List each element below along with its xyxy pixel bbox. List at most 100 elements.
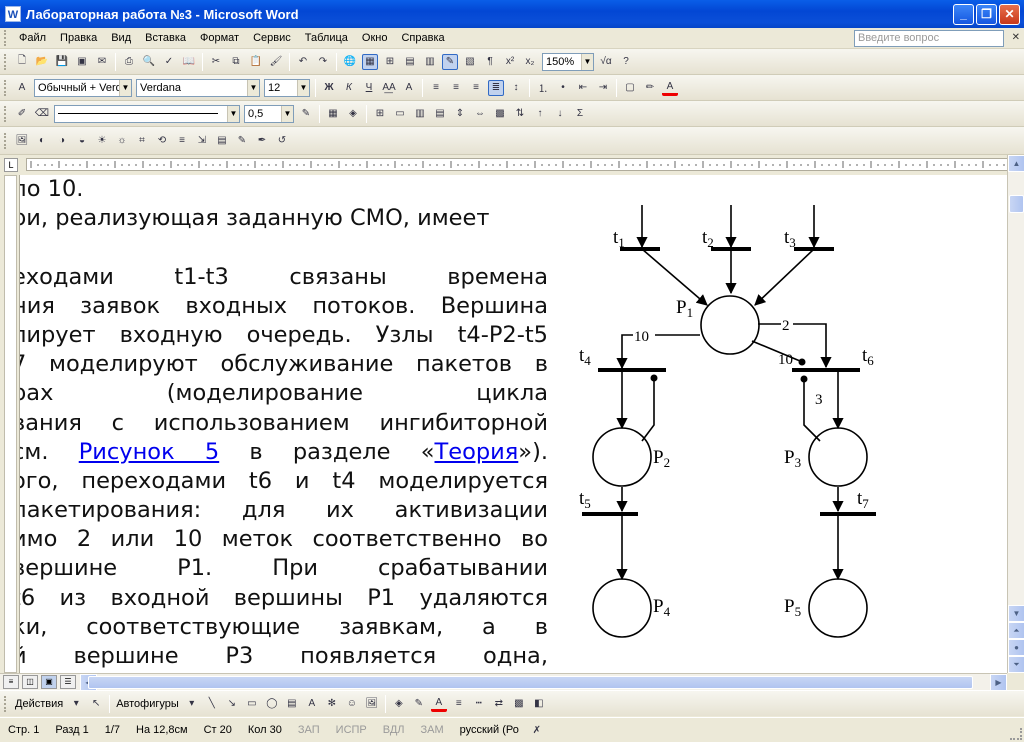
menu-format[interactable]: Формат <box>193 30 246 46</box>
align-left-icon[interactable]: ≡ <box>428 80 444 96</box>
borders-icon[interactable]: ▦ <box>325 106 341 122</box>
drawing-icon[interactable]: ✎ <box>442 53 458 70</box>
justify-icon[interactable]: ≣ <box>488 79 504 96</box>
border-color-icon[interactable]: ✎ <box>298 106 314 122</box>
undo-icon[interactable]: ↶ <box>295 54 311 70</box>
text-line[interactable]: ого, переходами t6 и t4 моделируется <box>20 467 548 496</box>
italic-button[interactable]: К <box>341 80 357 96</box>
sort-desc-icon[interactable]: ↓ <box>552 106 568 122</box>
ask-question-input[interactable]: Введите вопрос <box>854 30 1004 47</box>
underline-button[interactable]: Ч <box>361 80 377 96</box>
textbox-icon[interactable]: ▤ <box>284 696 300 712</box>
compress-icon[interactable]: ⇲ <box>194 133 210 149</box>
menu-edit[interactable]: Правка <box>53 30 104 46</box>
hyperlink[interactable]: Теория <box>435 439 519 465</box>
draw-table-icon[interactable]: ✐ <box>14 106 30 122</box>
text-line[interactable]: ки, соответствующие заявкам, а в <box>20 613 548 642</box>
text-line[interactable]: вершине P1. При срабатывании <box>20 554 548 583</box>
more-contrast-icon[interactable]: ◑ <box>54 133 70 149</box>
autoshapes-menu[interactable]: Автофигуры <box>113 698 182 710</box>
font-select[interactable]: Verdana ▼ <box>136 78 260 97</box>
merge-cells-icon[interactable]: ▭ <box>392 106 408 122</box>
spelling-status-icon[interactable]: ✗ <box>529 722 545 738</box>
text-wrapping-icon[interactable]: ▤ <box>214 133 230 149</box>
text-line[interactable]: t6 из входной вершины P1 удаляются <box>20 584 548 613</box>
chevron-down-icon[interactable]: ▼ <box>297 79 309 96</box>
color-icon[interactable]: ◐ <box>34 133 50 149</box>
status-trk[interactable]: ИСПР <box>328 724 375 736</box>
chevron-down-icon[interactable]: ▾ <box>184 696 200 712</box>
format-painter-icon[interactable]: 🖌 <box>268 54 284 70</box>
style-select[interactable]: Обычный + Verd ▼ <box>34 78 132 97</box>
dash-style-icon[interactable]: ┅ <box>471 696 487 712</box>
styles-pane-icon[interactable]: A <box>14 80 30 96</box>
toolbar-grip[interactable] <box>4 695 8 712</box>
arrow-style-icon[interactable]: ⇄ <box>491 696 507 712</box>
horizontal-scrollbar[interactable]: ≡ ◫ ▣ ☰ ◀ ▶ <box>0 673 1007 691</box>
less-brightness-icon[interactable]: ☼ <box>114 133 130 149</box>
line-color-icon[interactable]: ✎ <box>411 696 427 712</box>
toolbar-grip[interactable] <box>4 132 8 149</box>
line-style-icon[interactable]: ≡ <box>451 696 467 712</box>
sort-asc-icon[interactable]: ↑ <box>532 106 548 122</box>
menu-tools[interactable]: Сервис <box>246 30 298 46</box>
previous-page-icon[interactable]: ⏶ <box>1008 622 1024 639</box>
research-icon[interactable]: 📖 <box>181 54 197 70</box>
text-line[interactable] <box>20 233 548 262</box>
text-line[interactable]: ния заявок входных потоков. Вершина <box>20 292 548 321</box>
hyperlink[interactable]: Рисунок 5 <box>79 439 219 465</box>
scroll-right-icon[interactable]: ▶ <box>990 674 1007 691</box>
ruler-strip[interactable] <box>26 158 1008 171</box>
insert-table-icon[interactable]: ⊞ <box>382 54 398 70</box>
chevron-down-icon[interactable]: ▼ <box>227 105 239 122</box>
autoformat-icon[interactable]: ▩ <box>492 106 508 122</box>
text-direction-icon[interactable]: ⇅ <box>512 106 528 122</box>
insert-excel-icon[interactable]: ▤ <box>402 54 418 70</box>
text-line[interactable]: еходами t1-t3 связаны времена <box>20 263 548 292</box>
line-spacing-icon[interactable]: ↕ <box>508 80 524 96</box>
vertical-scroll-thumb[interactable] <box>1009 195 1024 213</box>
outside-border-icon[interactable]: ▢ <box>622 80 638 96</box>
align-center-icon[interactable]: ≡ <box>448 80 464 96</box>
sqrt-icon[interactable]: √α <box>598 54 614 70</box>
set-transparent-icon[interactable]: ✒ <box>254 133 270 149</box>
menu-grip[interactable] <box>4 30 8 46</box>
bullets-icon[interactable]: • <box>555 80 571 96</box>
show-hide-icon[interactable]: ¶ <box>482 54 498 70</box>
vertical-scrollbar[interactable]: ▲ ▼ ⏶ ● ⏷ <box>1007 155 1024 673</box>
align-cell-icon[interactable]: ▤ <box>432 106 448 122</box>
text-line[interactable]: 7 моделируют обслуживание пакетов в <box>20 350 548 379</box>
email-icon[interactable]: ✉ <box>94 54 110 70</box>
chevron-down-icon[interactable]: ▼ <box>119 79 131 96</box>
text-line[interactable]: й вершине Р3 появляется одна, <box>20 642 548 671</box>
text-line[interactable]: по 10. <box>20 175 548 204</box>
distribute-cols-icon[interactable]: ⇔ <box>472 106 488 122</box>
wordart-icon[interactable]: A <box>304 696 320 712</box>
status-ext[interactable]: ВДЛ <box>375 724 413 736</box>
toolbar-grip[interactable] <box>4 105 8 122</box>
text-line[interactable]: лирует входную очередь. Узлы t4-P2-t5 <box>20 321 548 350</box>
superscript-icon[interactable]: x² <box>502 54 518 70</box>
chevron-down-icon[interactable]: ▼ <box>247 79 259 96</box>
insert-table-icon[interactable]: ⊞ <box>372 106 388 122</box>
menu-table[interactable]: Таблица <box>298 30 355 46</box>
font-color-icon[interactable]: A <box>430 696 447 712</box>
normal-view-icon[interactable]: ≡ <box>3 675 19 689</box>
menu-view[interactable]: Вид <box>104 30 138 46</box>
autosum-icon[interactable]: Σ <box>572 106 588 122</box>
chevron-down-icon[interactable]: ▼ <box>281 105 293 122</box>
minimize-button[interactable]: _ <box>953 3 974 25</box>
numbering-icon[interactable]: ⒈ <box>535 80 551 96</box>
print-layout-icon[interactable]: ▣ <box>41 675 57 689</box>
web-view-icon[interactable]: ◫ <box>22 675 38 689</box>
scroll-up-icon[interactable]: ▲ <box>1008 155 1024 172</box>
status-rec[interactable]: ЗАП <box>290 724 328 736</box>
tables-borders-icon[interactable]: ▦ <box>362 53 378 70</box>
subscript-icon[interactable]: x₂ <box>522 54 538 70</box>
text-line[interactable]: имо 2 или 10 меток соответственно во <box>20 525 548 554</box>
spelling-icon[interactable]: ✓ <box>161 54 177 70</box>
close-button[interactable]: ✕ <box>999 3 1020 25</box>
line-style-icon[interactable]: ≡ <box>174 133 190 149</box>
text-line[interactable]: ри, реализующая заданную СМО, имеет <box>20 204 548 233</box>
save-icon[interactable]: 💾 <box>54 54 70 70</box>
